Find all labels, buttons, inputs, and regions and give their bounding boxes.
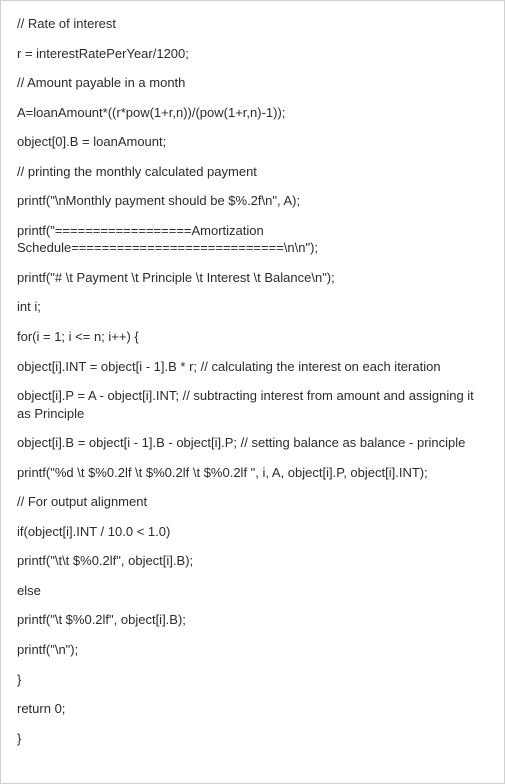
code-line: A=loanAmount*((r*pow(1+r,n))/(pow(1+r,n)… [17,104,488,122]
code-line: for(i = 1; i <= n; i++) { [17,328,488,346]
code-line: if(object[i].INT / 10.0 < 1.0) [17,523,488,541]
code-line: object[i].INT = object[i - 1].B * r; // … [17,358,488,376]
code-line: printf("%d \t $%0.2lf \t $%0.2lf \t $%0.… [17,464,488,482]
code-line: // Rate of interest [17,15,488,33]
code-line: object[0].B = loanAmount; [17,133,488,151]
code-line: return 0; [17,700,488,718]
code-line: // Amount payable in a month [17,74,488,92]
code-line: } [17,671,488,689]
code-line: else [17,582,488,600]
code-line: printf("# \t Payment \t Principle \t Int… [17,269,488,287]
code-line: // For output alignment [17,493,488,511]
code-line: printf("\n"); [17,641,488,659]
code-line: int i; [17,298,488,316]
code-line: // printing the monthly calculated payme… [17,163,488,181]
code-line: printf("\t $%0.2lf", object[i].B); [17,611,488,629]
code-line: printf("\nMonthly payment should be $%.2… [17,192,488,210]
code-line: object[i].P = A - object[i].INT; // subt… [17,387,488,422]
code-line: object[i].B = object[i - 1].B - object[i… [17,434,488,452]
code-line: printf("\t\t $%0.2lf", object[i].B); [17,552,488,570]
code-line: printf("==================Amortization S… [17,222,488,257]
code-line: } [17,730,488,748]
code-container: // Rate of interest r = interestRatePerY… [0,0,505,784]
code-line: r = interestRatePerYear/1200; [17,45,488,63]
